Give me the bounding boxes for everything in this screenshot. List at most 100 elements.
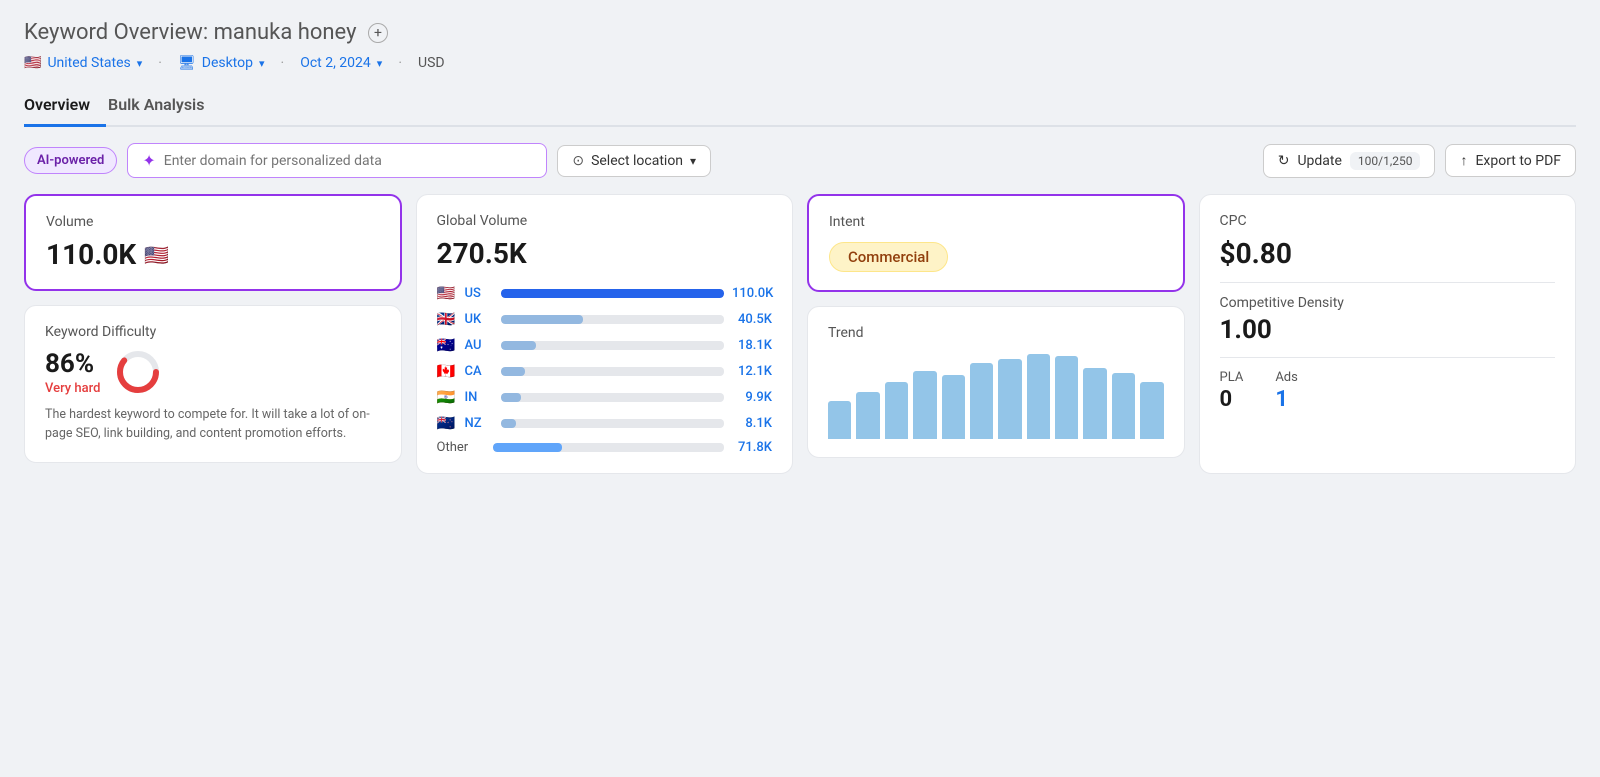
update-count-badge: 100/1,250	[1350, 152, 1421, 170]
country-value: 9.9K	[732, 390, 772, 405]
sparkle-icon: ✦	[142, 151, 155, 170]
pla-col: PLA 0	[1220, 370, 1244, 412]
intent-card: Intent Commercial	[807, 194, 1185, 292]
country-code: CA	[465, 364, 493, 379]
volume-number: 110.0K	[46, 238, 136, 271]
trend-label: Trend	[828, 325, 1164, 341]
trend-bar	[828, 401, 851, 439]
other-value: 71.8K	[732, 440, 772, 455]
other-label: Other	[437, 440, 485, 455]
left-column: Volume 110.0K 🇺🇸 Keyword Difficulty 86% …	[24, 194, 402, 474]
intent-label: Intent	[829, 214, 1163, 230]
us-flag-icon: 🇺🇸	[24, 55, 41, 71]
country-bar-row: 🇮🇳 IN 9.9K	[437, 388, 773, 406]
trend-bar	[1055, 356, 1078, 439]
trend-bar	[885, 382, 908, 439]
country-code: US	[465, 286, 493, 301]
kd-donut-chart	[114, 348, 162, 396]
cpc-divider	[1220, 282, 1556, 283]
pla-value: 0	[1220, 387, 1244, 412]
gv-value: 270.5K	[437, 237, 773, 270]
other-bar-fill	[493, 443, 562, 452]
country-bar-fill	[501, 289, 725, 298]
country-bar-fill	[501, 341, 537, 350]
title-prefix: Keyword Overview:	[24, 20, 208, 45]
location-pin-icon: ⊙	[572, 153, 584, 169]
update-button[interactable]: ↻ Update 100/1,250	[1263, 144, 1436, 178]
toolbar-row: AI-powered ✦ ⊙ Select location ▾ ↻ Updat…	[24, 143, 1576, 178]
kd-label: Keyword Difficulty	[45, 324, 381, 340]
device-chevron-icon: ▾	[259, 57, 265, 70]
ai-badge: AI-powered	[24, 147, 117, 174]
gv-label: Global Volume	[437, 213, 773, 229]
country-bar-row: 🇺🇸 US 110.0K	[437, 284, 773, 302]
export-label: Export to PDF	[1475, 153, 1561, 169]
country-code: NZ	[465, 416, 493, 431]
trend-bar	[913, 371, 936, 439]
other-row: Other 71.8K	[437, 440, 773, 455]
domain-input-wrapper[interactable]: ✦	[127, 143, 547, 178]
trend-card: Trend	[807, 306, 1185, 458]
country-value: 12.1K	[732, 364, 772, 379]
country-value: 110.0K	[732, 286, 772, 301]
location-label: United States	[47, 55, 130, 71]
date-filter[interactable]: Oct 2, 2024 ▾	[300, 55, 382, 71]
trend-chart	[828, 349, 1164, 439]
trend-bar	[1112, 373, 1135, 439]
keyword-name: manuka honey	[214, 20, 357, 45]
cpc-label: CPC	[1220, 213, 1556, 229]
page-title: Keyword Overview: manuka honey +	[24, 20, 1576, 45]
device-filter[interactable]: 🖥 Desktop ▾	[178, 55, 265, 71]
location-placeholder: Select location	[591, 153, 683, 169]
update-label: Update	[1297, 153, 1341, 169]
select-location-button[interactable]: ⊙ Select location ▾	[557, 145, 711, 177]
country-flag: 🇺🇸	[437, 284, 457, 302]
date-chevron-icon: ▾	[377, 57, 383, 70]
volume-label: Volume	[46, 214, 380, 230]
country-bar-fill	[501, 367, 526, 376]
country-code: IN	[465, 390, 493, 405]
location-chevron-icon: ▾	[690, 154, 696, 168]
country-code: AU	[465, 338, 493, 353]
export-button[interactable]: ↑ Export to PDF	[1445, 144, 1576, 177]
ads-label: Ads	[1275, 370, 1298, 385]
trend-bar	[970, 363, 993, 439]
country-flag: 🇳🇿	[437, 414, 457, 432]
keyword-difficulty-card: Keyword Difficulty 86% Very hard The har…	[24, 305, 402, 463]
kd-value: 86%	[45, 349, 100, 379]
country-bar-row: 🇦🇺 AU 18.1K	[437, 336, 773, 354]
country-bar-bg	[501, 367, 725, 376]
kd-row: 86% Very hard	[45, 348, 381, 396]
country-bar-bg	[501, 419, 725, 428]
country-bar-bg	[501, 289, 725, 298]
export-icon: ↑	[1460, 152, 1467, 169]
kd-sublabel: Very hard	[45, 381, 100, 396]
trend-bar	[942, 375, 965, 439]
country-code: UK	[465, 312, 493, 327]
country-bar-bg	[501, 393, 725, 402]
tab-overview[interactable]: Overview	[24, 87, 106, 127]
trend-bar	[856, 392, 879, 439]
date-label: Oct 2, 2024	[300, 55, 371, 71]
trend-bar	[1083, 368, 1106, 439]
tab-bulk-analysis[interactable]: Bulk Analysis	[106, 87, 220, 127]
cd-value: 1.00	[1220, 315, 1556, 345]
currency-label: USD	[418, 55, 445, 71]
add-keyword-icon[interactable]: +	[368, 23, 388, 43]
intent-badge: Commercial	[829, 242, 948, 272]
cpc-card: CPC $0.80 Competitive Density 1.00 PLA 0…	[1199, 194, 1577, 474]
other-bar-bg	[493, 443, 725, 452]
filters-row: 🇺🇸 United States ▾ · 🖥 Desktop ▾ · Oct 2…	[24, 55, 1576, 71]
location-filter[interactable]: 🇺🇸 United States ▾	[24, 55, 142, 71]
country-value: 18.1K	[732, 338, 772, 353]
tabs-row: Overview Bulk Analysis	[24, 87, 1576, 127]
volume-value: 110.0K 🇺🇸	[46, 238, 380, 271]
domain-input[interactable]	[164, 153, 533, 169]
refresh-icon: ↻	[1278, 153, 1290, 169]
volume-flag: 🇺🇸	[144, 243, 169, 267]
ads-value: 1	[1275, 387, 1298, 412]
country-bar-bg	[501, 341, 725, 350]
trend-bar	[1027, 354, 1050, 439]
ads-col: Ads 1	[1275, 370, 1298, 412]
cd-label: Competitive Density	[1220, 295, 1556, 311]
